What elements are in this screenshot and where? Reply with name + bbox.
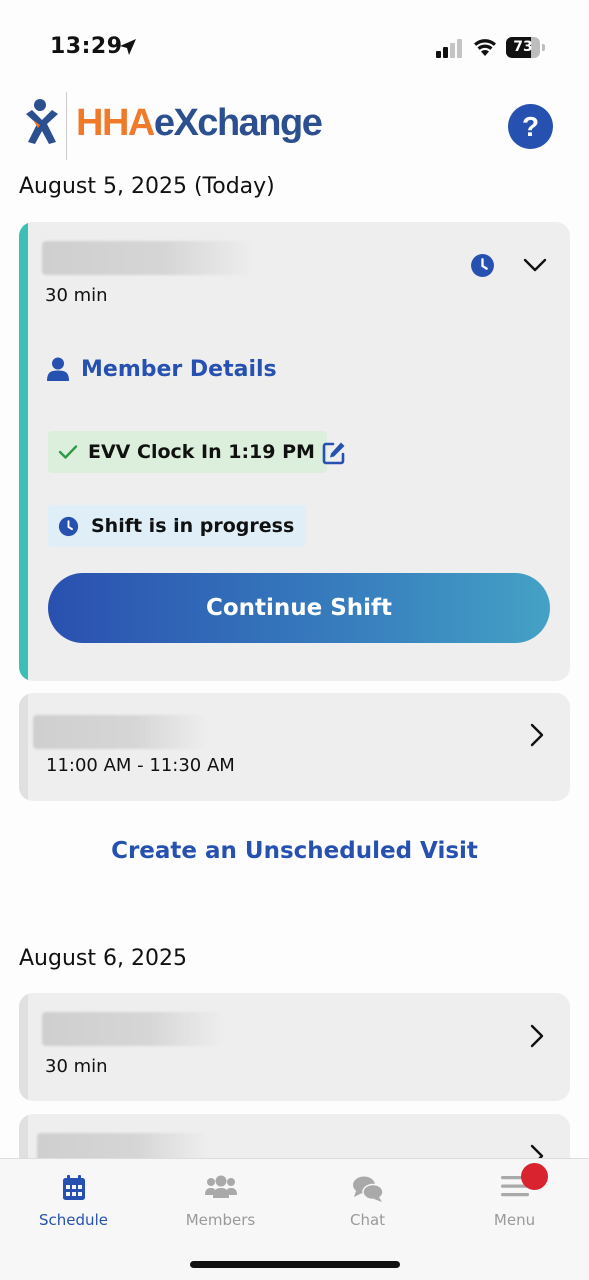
edit-icon[interactable] [321,440,347,466]
visit-time: 11:00 AM - 11:30 AM [46,755,235,776]
visit-duration: 30 min [45,1056,108,1077]
members-icon [204,1175,237,1198]
visit-card[interactable]: 30 min [19,993,570,1101]
nav-schedule[interactable]: Schedule [0,1159,147,1239]
member-details-link[interactable]: Member Details [47,354,277,384]
chevron-down-icon[interactable] [523,257,547,273]
evv-clock-in-badge: EVV Clock In 1:19 PM [48,431,327,473]
chevron-right-icon[interactable] [527,1024,547,1048]
chevron-right-icon[interactable] [527,723,547,747]
nav-menu[interactable]: Menu [441,1159,588,1239]
signal-icon [436,39,462,58]
visit-duration: 30 min [45,285,108,306]
status-time: 13:29 [50,34,123,59]
nav-members-label: Members [185,1211,256,1229]
redacted-member-name [42,1012,222,1046]
nav-menu-label: Menu [493,1211,536,1229]
redacted-member-name [33,715,206,749]
home-indicator[interactable] [190,1261,400,1268]
shift-status-badge: Shift is in progress [48,505,307,547]
wifi-icon [474,39,496,56]
calendar-icon [62,1175,85,1200]
redacted-member-name [42,241,252,275]
clock-icon [58,516,79,536]
nav-schedule-label: Schedule [39,1211,108,1229]
active-visit-card[interactable]: 30 min Member Details EVV Clock In 1:19 … [19,222,570,681]
chat-icon [352,1176,384,1202]
nav-chat[interactable]: Chat [294,1159,441,1239]
create-unscheduled-visit-link[interactable]: Create an Unscheduled Visit [0,838,589,864]
continue-shift-button[interactable]: Continue Shift [48,573,550,643]
date-heading-today: August 5, 2025 (Today) [19,174,275,199]
evv-clock-in-label: EVV Clock In 1:19 PM [88,441,315,463]
location-arrow-icon [120,39,136,55]
hhaexchange-logo: HHAeXchange [24,92,324,160]
clock-icon [471,254,494,277]
visit-card[interactable]: 11:00 AM - 11:30 AM [19,693,570,801]
notification-badge [521,1163,548,1190]
card-accent-bar [19,222,28,681]
person-icon [47,357,69,381]
battery-percent: 73 [513,39,533,55]
member-details-label: Member Details [81,356,277,382]
logo-figure-icon [26,99,58,144]
checkmark-icon [58,445,78,459]
shift-status-label: Shift is in progress [91,515,295,537]
help-button[interactable]: ? [508,104,553,149]
status-bar: 13:29 73 [0,0,589,80]
battery-indicator: 73 [506,37,546,58]
nav-chat-label: Chat [349,1211,386,1229]
logo-wordmark: HHAeXchange [76,102,323,144]
date-heading: August 6, 2025 [19,946,187,971]
nav-members[interactable]: Members [147,1159,294,1239]
